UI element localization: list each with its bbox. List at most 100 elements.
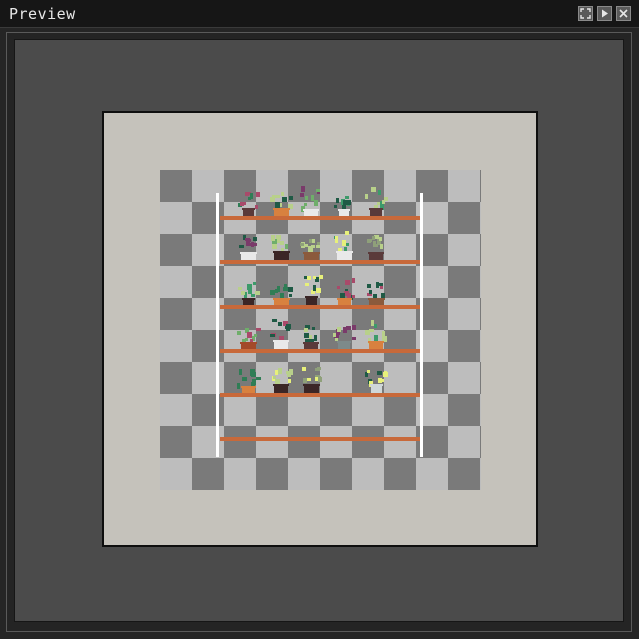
plant-leaf <box>314 335 317 341</box>
plant-leaf <box>312 327 315 330</box>
plant-leaf <box>365 194 368 199</box>
shelf-board <box>220 305 420 309</box>
play-icon <box>602 9 608 18</box>
plant-leaf <box>381 293 385 298</box>
plant-leaf <box>336 198 339 203</box>
plant-pot-rim <box>240 252 257 254</box>
checker-cell <box>192 298 224 330</box>
plant-pot-rim <box>305 296 318 298</box>
plant-leaf <box>378 190 381 195</box>
checker-cell <box>384 298 416 330</box>
close-button[interactable] <box>616 6 631 21</box>
checker-cell <box>384 458 416 490</box>
shelf-board <box>220 349 420 353</box>
checker-cell <box>192 234 224 266</box>
plant-pot-rim <box>303 209 319 211</box>
plant-leaf <box>369 290 372 294</box>
plant-leaf <box>316 288 321 293</box>
plant-leaf <box>300 193 304 197</box>
plant-pot-rim <box>368 252 384 254</box>
plant-leaf <box>344 247 347 251</box>
checker-cell <box>160 426 192 458</box>
plant-leaf <box>319 275 323 279</box>
shelf-board <box>220 216 420 220</box>
fullscreen-icon <box>580 8 591 19</box>
plant-pot-rim <box>273 384 289 386</box>
checker-cell <box>160 394 192 426</box>
plant-pot-rim <box>240 342 257 344</box>
plant-leaf <box>379 237 382 241</box>
plant-leaf <box>352 325 356 330</box>
checker-cell <box>352 394 384 426</box>
plant-leaf <box>345 196 349 199</box>
plant-leaf <box>275 202 280 208</box>
plant-leaf <box>289 369 293 375</box>
plant-pot-rim <box>338 209 350 211</box>
checker-cell <box>448 266 480 298</box>
plant-leaf <box>247 239 251 242</box>
plant-leaf <box>283 287 288 291</box>
plant-leaf <box>376 282 379 288</box>
plant-leaf <box>313 285 316 291</box>
plant-leaf <box>346 243 349 246</box>
plant-leaf <box>282 197 287 202</box>
plant-leaf <box>372 236 375 240</box>
plant-leaf <box>285 244 288 249</box>
checker-cell <box>448 362 480 394</box>
plant-leaf <box>335 237 338 243</box>
plant-leaf <box>380 286 383 289</box>
checker-cell <box>480 458 481 490</box>
plant-leaf <box>256 377 261 380</box>
checker-cell <box>480 202 481 234</box>
shelf-board <box>220 437 420 441</box>
checker-cell <box>160 458 192 490</box>
title-bar[interactable]: Preview <box>0 0 639 28</box>
checker-cell <box>480 330 481 362</box>
checker-cell <box>448 298 480 330</box>
plant-pot-rim <box>273 251 290 253</box>
plant-leaf <box>345 231 349 235</box>
checker-cell <box>384 170 416 202</box>
plant-leaf <box>304 203 307 206</box>
plant-leaf <box>270 197 275 202</box>
checker-cell <box>192 426 224 458</box>
plant-leaf <box>374 324 377 328</box>
plant-leaf <box>316 245 320 248</box>
shelf-upright <box>420 193 423 457</box>
plant-leaf <box>343 200 346 206</box>
checker-cell <box>160 266 192 298</box>
plant-leaf <box>300 243 304 246</box>
play-button[interactable] <box>597 6 612 21</box>
plant-leaf <box>303 378 307 383</box>
plant-leaf <box>307 276 311 280</box>
sprite-preview[interactable] <box>160 170 481 490</box>
plant-leaf <box>345 280 350 285</box>
plant-leaf <box>340 293 345 298</box>
plant-leaf <box>288 379 291 383</box>
plant-pot-rim <box>273 340 289 342</box>
plant-pot-rim <box>337 298 352 300</box>
shelf-upright <box>216 193 219 457</box>
plant-leaf <box>253 237 257 241</box>
plant-leaf <box>246 243 251 246</box>
plant-leaf <box>304 328 308 332</box>
plant-pot-rim <box>273 208 290 210</box>
plant-leaf <box>241 291 245 295</box>
plant-leaf <box>346 200 351 205</box>
plant-leaf <box>304 333 309 338</box>
plant-leaf <box>249 284 252 290</box>
plant-leaf <box>240 202 244 206</box>
checker-cell <box>160 170 192 202</box>
plant-leaf <box>338 248 342 251</box>
plant-leaf <box>377 371 382 375</box>
fullscreen-button[interactable] <box>578 6 593 21</box>
plant-leaf <box>245 192 249 196</box>
plant-pot-rim <box>368 298 385 300</box>
plant-leaf <box>242 377 247 381</box>
checker-cell <box>192 170 224 202</box>
plant-pot-rim <box>273 298 290 300</box>
plant-leaf <box>253 282 256 285</box>
checker-cell <box>448 330 480 362</box>
plant-leaf <box>251 242 254 247</box>
checker-cell <box>384 426 416 458</box>
